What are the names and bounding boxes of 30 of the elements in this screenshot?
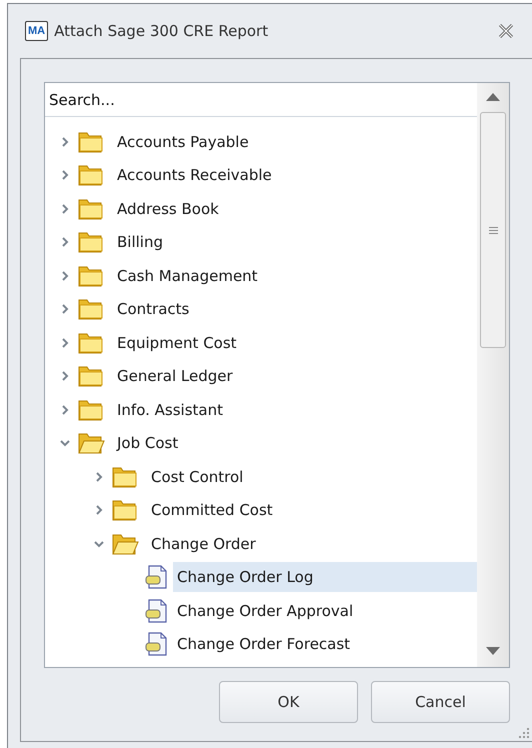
tree-item[interactable]: Change Order [147, 528, 477, 559]
tree-item[interactable]: Committed Cost [147, 495, 477, 526]
tree-item[interactable]: Address Book [113, 194, 477, 224]
report-icon [145, 564, 169, 590]
window-title: Attach Sage 300 CRE Report [54, 22, 270, 40]
tree-item[interactable]: Info. Assistant [113, 394, 477, 425]
tree-item[interactable]: Cash Management [113, 260, 477, 291]
tree-item[interactable]: Change Order Log [173, 562, 477, 592]
report-icon [145, 598, 169, 624]
cancel-button[interactable]: Cancel [371, 681, 510, 723]
close-icon[interactable] [498, 24, 514, 38]
app-icon: MA [25, 21, 48, 41]
tree-item[interactable]: Accounts Payable [113, 126, 477, 157]
report-icon [145, 631, 169, 658]
scroll-up-icon[interactable] [486, 93, 500, 101]
scroll-down-icon[interactable] [486, 647, 500, 655]
tree-item[interactable]: Contracts [113, 294, 477, 324]
tree-item[interactable]: Cost Control [147, 462, 477, 492]
tree-item[interactable]: Billing [113, 227, 477, 258]
tree-item[interactable]: General Ledger [113, 361, 477, 392]
ok-button[interactable]: OK [219, 681, 358, 723]
tree-item[interactable]: Accounts Receivable [113, 160, 477, 190]
tree-item[interactable]: Job Cost [113, 428, 477, 458]
scroll-thumb[interactable] [480, 112, 506, 348]
resize-grip-icon[interactable] [518, 727, 530, 739]
grip-icon [488, 226, 498, 234]
tree-item[interactable]: Change Order Forecast [173, 629, 477, 660]
tree-item[interactable]: Equipment Cost [113, 328, 477, 358]
scrollbar[interactable] [477, 83, 509, 667]
tree-item[interactable]: Change Order Approval [173, 596, 477, 626]
